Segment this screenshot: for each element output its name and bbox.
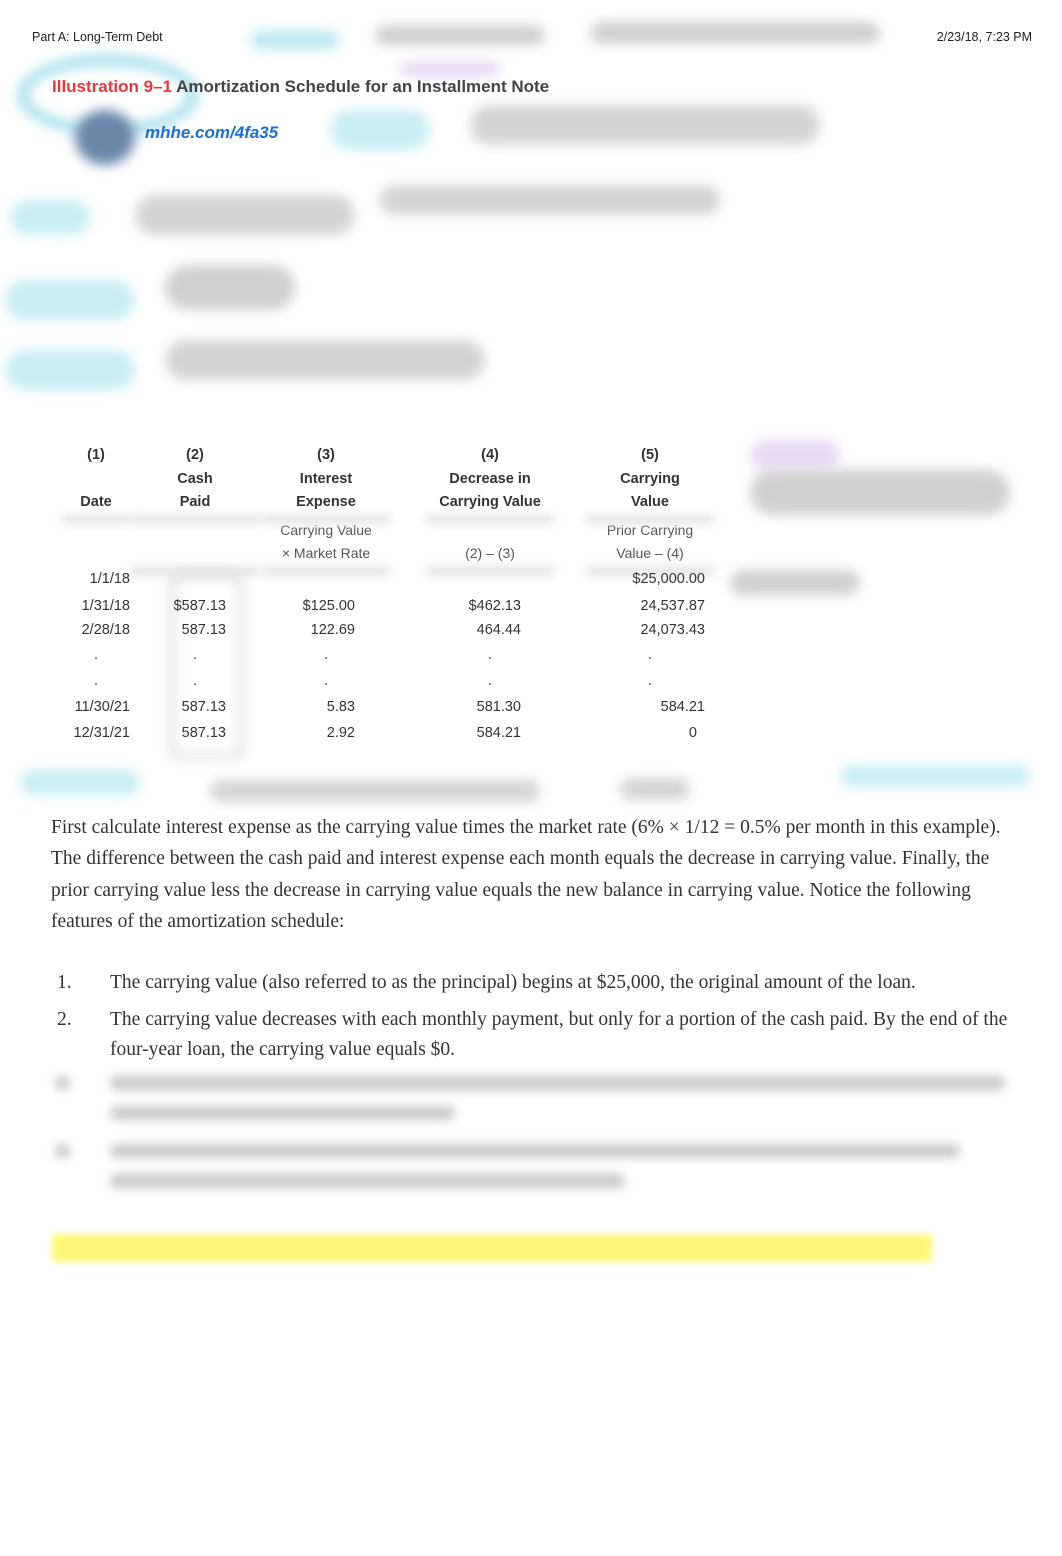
column-header-line2: Expense	[296, 494, 356, 510]
table-cell-date: 1/31/18	[81, 598, 130, 614]
annotation	[375, 25, 545, 45]
column-header-formula1: Carrying Value	[280, 522, 372, 538]
list-item: The carrying value decreases with each m…	[110, 1009, 1008, 1060]
table-cell-date: ·	[93, 676, 99, 692]
column-header-formula1: Prior Carrying	[606, 522, 694, 538]
table-cell-decrease: 581.30	[476, 699, 521, 715]
blurred-list-text	[110, 1106, 455, 1120]
annotation	[20, 770, 140, 795]
column-header-formula2: (2) – (3)	[465, 545, 515, 561]
annotation	[750, 440, 840, 470]
video-icon	[75, 110, 135, 165]
table-cell-cash: $587.13	[173, 598, 226, 614]
table-cell-interest: 5.83	[326, 699, 355, 715]
timestamp: 2/23/18, 7:23 PM	[936, 30, 1032, 44]
header-rule	[425, 567, 555, 575]
header-rule	[585, 515, 715, 523]
annotation	[400, 62, 500, 76]
column-header-line2: Paid	[179, 494, 211, 510]
table-cell-date: ·	[93, 650, 99, 666]
annotation	[5, 350, 135, 390]
table-cell-interest: $125.00	[302, 598, 355, 614]
table-cell-decrease: 584.21	[476, 725, 521, 741]
annotation	[620, 778, 690, 800]
annotation	[380, 185, 720, 215]
column-header-line2: Date	[80, 494, 112, 510]
annotation	[165, 340, 485, 380]
column-header-line2: Value	[631, 494, 669, 510]
blurred-list-number	[55, 1076, 70, 1090]
illustration-caption: Amortization Schedule for an Installment…	[176, 77, 550, 96]
table-cell-cash: ·	[192, 676, 198, 692]
column-header-num: (3)	[317, 447, 335, 463]
annotation	[590, 22, 880, 44]
annotation	[5, 280, 135, 320]
column-header-num: (5)	[641, 447, 659, 463]
column-header-line2: Carrying Value	[439, 494, 541, 510]
table-cell-cash: ·	[192, 650, 198, 666]
table-cell-cash: 587.13	[181, 622, 226, 638]
table-cell-carrying: 24,073.43	[640, 622, 705, 638]
column-header-line1: Carrying	[620, 471, 680, 487]
table-cell-carrying: $25,000.00	[632, 571, 705, 587]
table-cell-date: 12/31/21	[73, 725, 130, 741]
annotation	[730, 570, 860, 595]
blurred-list-number	[55, 1144, 70, 1158]
table-cell-decrease: ·	[487, 650, 493, 666]
column-header-num: (2)	[186, 447, 204, 463]
blurred-list-text	[110, 1174, 625, 1188]
table-cell-cash: 587.13	[181, 725, 226, 741]
header-rule	[425, 515, 555, 523]
header-rule	[61, 515, 131, 523]
list-number: 2.	[57, 1009, 72, 1030]
column-header-num: (4)	[481, 447, 499, 463]
annotation	[840, 765, 1030, 787]
column-header-formula2: Value – (4)	[616, 545, 684, 561]
annotation	[250, 30, 340, 50]
blurred-list-text	[110, 1076, 1005, 1090]
header-rule	[130, 515, 260, 523]
illustration-link[interactable]: mhhe.com/4fa35	[145, 123, 278, 143]
column-header-line1: Cash	[177, 471, 213, 487]
annotation	[470, 105, 820, 145]
column-header-line1: Decrease in	[449, 471, 531, 487]
table-cell-cash: 587.13	[181, 699, 226, 715]
table-cell-interest: ·	[323, 650, 329, 666]
annotation	[10, 200, 90, 235]
table-cell-date: 1/1/18	[89, 571, 130, 587]
illustration-number: Illustration 9–1	[52, 77, 172, 96]
table-cell-interest: 122.69	[310, 622, 355, 638]
list-item: The carrying value (also referred to as …	[110, 972, 916, 993]
table-cell-date: 2/28/18	[81, 622, 130, 638]
table-cell-decrease: 464.44	[476, 622, 521, 638]
table-cell-carrying: 24,537.87	[640, 598, 705, 614]
annotation	[135, 195, 355, 235]
section-title: Part A: Long-Term Debt	[32, 30, 163, 44]
annotation	[750, 470, 1010, 515]
highlight-bar	[52, 1234, 932, 1262]
illustration-title: Illustration 9–1 Amortization Schedule f…	[52, 77, 549, 97]
table-cell-carrying: ·	[647, 676, 653, 692]
header-rule	[130, 567, 260, 575]
column-header-line1: Interest	[299, 471, 353, 487]
table-cell-date: 11/30/21	[74, 699, 130, 715]
explanation-paragraph: First calculate interest expense as the …	[51, 817, 1001, 932]
column-header-formula2: × Market Rate	[281, 545, 371, 561]
table-cell-interest: ·	[323, 676, 329, 692]
annotation	[210, 780, 540, 802]
header-rule	[261, 515, 391, 523]
column-header-num: (1)	[87, 447, 105, 463]
annotation	[165, 265, 295, 310]
table-cell-interest: 2.92	[326, 725, 355, 741]
table-cell-carrying: 584.21	[660, 699, 705, 715]
table-cell-carrying: ·	[647, 650, 653, 666]
annotation	[330, 110, 430, 150]
header-rule	[261, 567, 391, 575]
table-cell-decrease: $462.13	[468, 598, 521, 614]
table-cell-decrease: ·	[487, 676, 493, 692]
blurred-list-text	[110, 1144, 960, 1158]
list-number: 1.	[57, 972, 72, 993]
table-cell-carrying: 0	[688, 725, 697, 741]
